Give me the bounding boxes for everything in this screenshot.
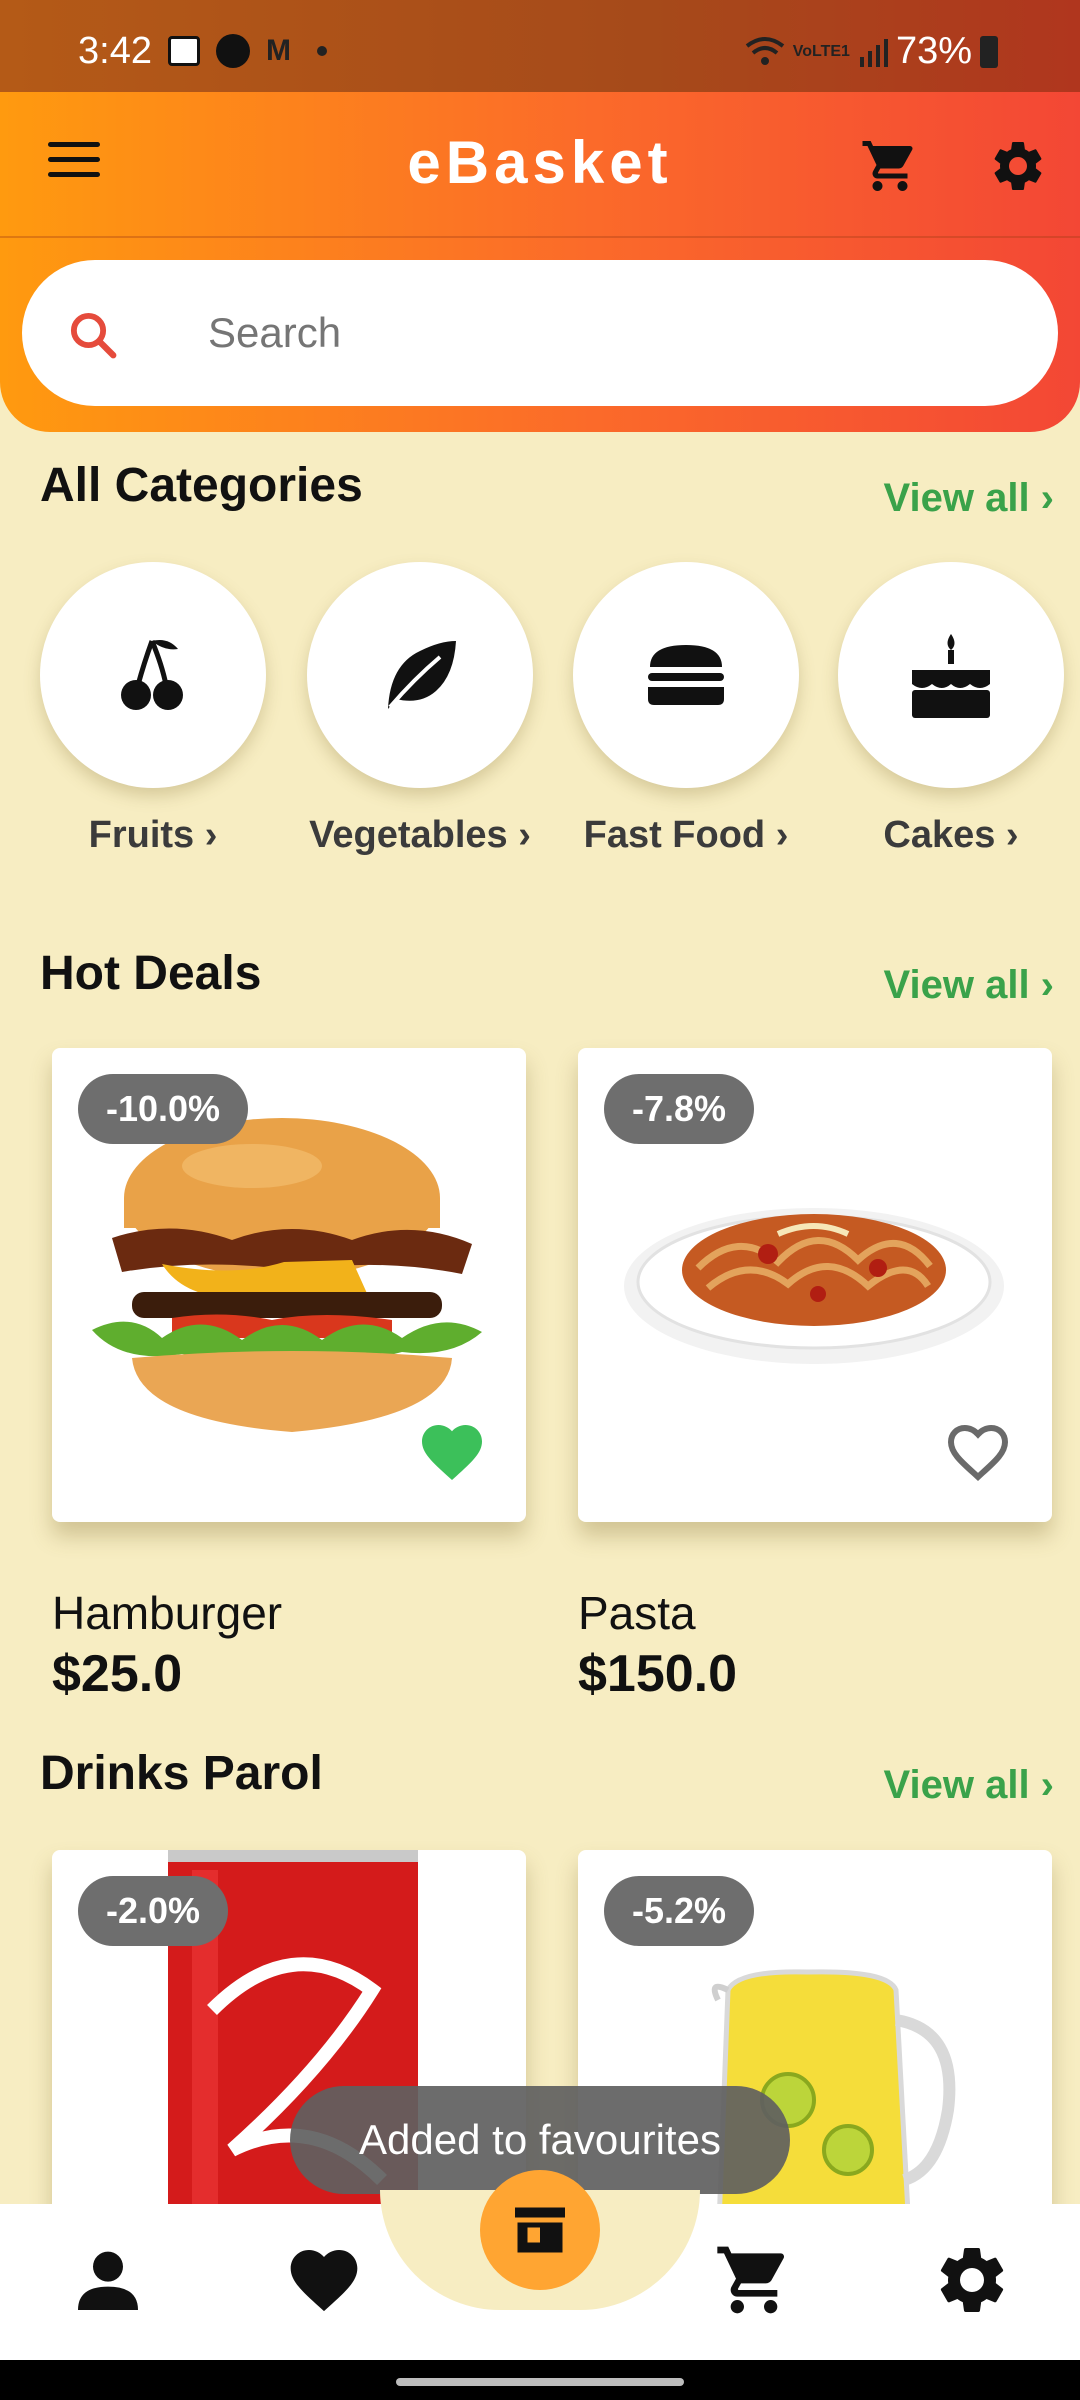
product-card-pasta[interactable]: -7.8% bbox=[578, 1048, 1052, 1522]
cart-icon[interactable] bbox=[714, 2240, 794, 2320]
app-header: eBasket bbox=[0, 92, 1080, 432]
discount-badge: -2.0% bbox=[78, 1876, 229, 1946]
product-price: $25.0 bbox=[52, 1645, 183, 1703]
gmail-notification-icon: M bbox=[266, 34, 291, 67]
category-label: Vegetables › bbox=[309, 814, 531, 856]
discount-badge: -5.2% bbox=[604, 1876, 755, 1946]
hot-deals-title: Hot Deals bbox=[40, 947, 262, 1000]
gallery-notification-icon bbox=[168, 36, 200, 66]
notification-icons: M bbox=[168, 34, 327, 68]
product-name: Pasta bbox=[578, 1587, 696, 1639]
search-bar[interactable] bbox=[22, 260, 1058, 406]
cake-icon bbox=[912, 634, 990, 718]
leaf-icon bbox=[388, 641, 456, 709]
heart-filled-icon[interactable] bbox=[416, 1416, 488, 1482]
app-notification-icon bbox=[216, 34, 250, 68]
more-notifications-icon bbox=[317, 46, 327, 56]
home-gesture-handle[interactable] bbox=[396, 2378, 684, 2386]
status-bar: 3:42 M VoLTE1 73% bbox=[0, 0, 1080, 92]
heart-outline-icon[interactable] bbox=[942, 1416, 1014, 1482]
category-label: Fast Food › bbox=[583, 814, 789, 856]
discount-badge: -7.8% bbox=[604, 1074, 755, 1144]
battery-percent: 73% bbox=[895, 30, 972, 72]
wifi-icon bbox=[745, 36, 784, 65]
store-nav-button[interactable] bbox=[480, 2170, 600, 2290]
cart-icon[interactable] bbox=[860, 136, 920, 196]
drinks-view-all-link[interactable]: View all › bbox=[884, 1763, 1054, 1808]
product-price: $150.0 bbox=[578, 1645, 738, 1703]
category-vegetables[interactable]: Vegetables › bbox=[305, 562, 535, 857]
signal-icon bbox=[859, 38, 888, 67]
status-time: 3:42 bbox=[78, 30, 152, 72]
cherry-icon bbox=[121, 640, 183, 710]
store-icon bbox=[515, 2207, 565, 2253]
person-icon[interactable] bbox=[68, 2240, 148, 2320]
discount-badge: -10.0% bbox=[78, 1074, 249, 1144]
product-name: Hamburger bbox=[52, 1587, 283, 1639]
search-input[interactable] bbox=[208, 290, 1008, 376]
search-icon bbox=[70, 312, 117, 359]
drinks-title: Drinks Parol bbox=[40, 1747, 323, 1800]
gear-icon[interactable] bbox=[988, 136, 1048, 196]
product-card-hamburger[interactable]: -10.0% bbox=[52, 1048, 526, 1522]
status-right: VoLTE1 73% bbox=[745, 30, 998, 73]
category-cakes[interactable]: Cakes › bbox=[836, 562, 1066, 857]
category-label: Cakes › bbox=[883, 814, 1019, 856]
category-label: Fruits › bbox=[88, 814, 218, 856]
battery-icon bbox=[980, 35, 998, 68]
category-circle bbox=[573, 562, 799, 788]
category-fruits[interactable]: Fruits › bbox=[38, 562, 268, 857]
category-circle bbox=[307, 562, 533, 788]
categories-view-all-link[interactable]: View all › bbox=[884, 476, 1054, 521]
hot-deals-view-all-link[interactable]: View all › bbox=[884, 963, 1054, 1008]
heart-icon[interactable] bbox=[284, 2240, 364, 2320]
category-fast-food[interactable]: Fast Food › bbox=[571, 562, 801, 857]
category-circle bbox=[838, 562, 1064, 788]
burger-icon bbox=[648, 645, 724, 705]
header-divider bbox=[0, 236, 1080, 238]
categories-title: All Categories bbox=[40, 459, 363, 512]
volte-icon: VoLTE1 bbox=[792, 42, 850, 60]
category-circle bbox=[40, 562, 266, 788]
gear-icon[interactable] bbox=[932, 2240, 1012, 2320]
